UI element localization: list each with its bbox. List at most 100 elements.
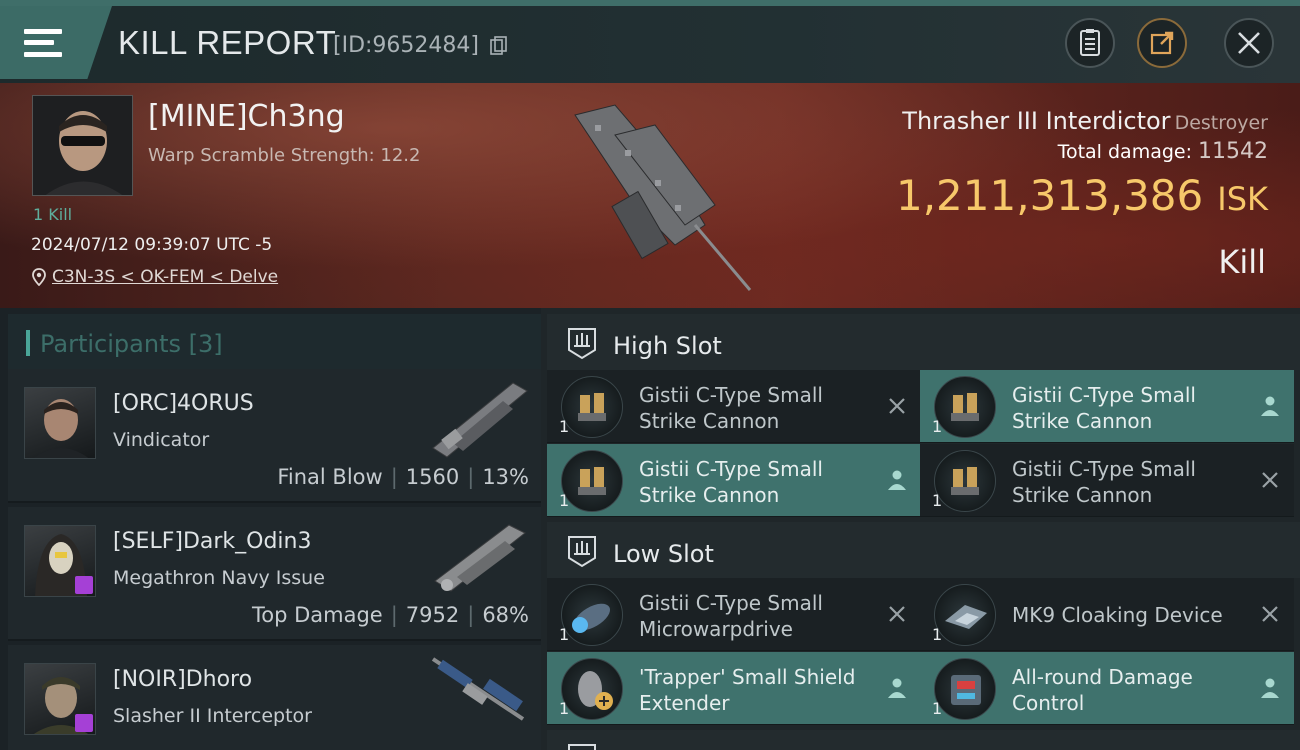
- fitting-item[interactable]: 1 Gistii C-Type Small Strike Cannon: [920, 444, 1294, 517]
- isk-unit: ISK: [1217, 180, 1268, 218]
- item-quantity: 1: [559, 625, 570, 644]
- total-damage-label: Total damage:: [1057, 141, 1192, 163]
- participant-damage: 1560: [405, 465, 460, 489]
- next-slot-header: [547, 730, 1300, 750]
- participants-panel: Participants [3] [ORC]4ORUS Vindicator F…: [0, 308, 541, 750]
- participant-percent: 68%: [482, 603, 529, 627]
- victim-subtitle: Warp Scramble Strength: 12.2: [148, 145, 421, 166]
- menu-icon: [24, 28, 62, 57]
- participant-row[interactable]: [ORC]4ORUS Vindicator Final Blow | 1560 | 13…: [8, 369, 541, 503]
- document-icon: [1080, 29, 1100, 56]
- victim-ship-name: Thrasher III Interdictor: [902, 107, 1171, 135]
- total-damage-value: 11542: [1198, 139, 1268, 164]
- participant-ship-image: [434, 524, 526, 592]
- participant-name[interactable]: [NOIR]Dhoro: [113, 667, 252, 692]
- victim-banner: [MINE]Ch3ng Warp Scramble Strength: 12.2…: [0, 83, 1300, 308]
- fitting-item[interactable]: 1 'Trapper' Small Shield Extender: [547, 652, 921, 725]
- participant-row[interactable]: [NOIR]Dhoro Slasher II Interceptor: [8, 645, 541, 750]
- menu-button[interactable]: [0, 6, 112, 79]
- dropped-person-icon: [1258, 394, 1282, 418]
- fitting-item[interactable]: 1 Gistii C-Type Small Microwarpdrive: [547, 578, 921, 651]
- participant-avatar[interactable]: [24, 663, 96, 735]
- location-link[interactable]: C3N-3S < OK-FEM < Delve: [52, 267, 278, 287]
- participants-accent-bar: [26, 330, 30, 356]
- item-quantity: 1: [559, 699, 570, 718]
- dropped-person-icon: [885, 468, 909, 492]
- participant-damage: 7952: [405, 603, 460, 627]
- page-title: KILL REPORT: [118, 24, 337, 61]
- high-slot-icon: [568, 328, 596, 360]
- participant-percent: 13%: [482, 465, 529, 489]
- item-name: MK9 Cloaking Device: [1012, 603, 1223, 627]
- item-name: Gistii C-Type Small Microwarpdrive: [639, 591, 823, 641]
- share-icon: [1150, 31, 1174, 55]
- kill-location[interactable]: C3N-3S < OK-FEM < Delve: [32, 267, 278, 287]
- close-icon: [1238, 32, 1260, 54]
- participant-avatar-image: [33, 399, 89, 458]
- item-quantity: 1: [932, 491, 943, 510]
- report-type: Kill: [1218, 243, 1266, 281]
- item-name: Gistii C-Type Small Strike Cannon: [1012, 457, 1196, 507]
- report-id: [ID:9652484]: [333, 33, 479, 58]
- participant-badge-icon: [75, 714, 93, 732]
- participant-row[interactable]: [SELF]Dark_Odin3 Megathron Navy Issue To…: [8, 507, 541, 641]
- destroyed-x-icon: [1258, 602, 1282, 626]
- fitting-item[interactable]: 1 MK9 Cloaking Device: [920, 578, 1294, 651]
- low-slot-icon: [568, 536, 596, 568]
- participants-title: Participants [3]: [40, 330, 223, 358]
- fitting-item[interactable]: 1 All-round Damage Control: [920, 652, 1294, 725]
- microwarpdrive-icon: [561, 584, 623, 646]
- damage-control-icon: [934, 658, 996, 720]
- participant-stats: Top Damage | 7952 | 68%: [251, 603, 529, 627]
- victim-name[interactable]: [MINE]Ch3ng: [148, 99, 345, 134]
- victim-ship[interactable]: Thrasher III Interdictor Destroyer: [902, 107, 1268, 135]
- victim-avatar[interactable]: [32, 95, 133, 196]
- close-button[interactable]: [1224, 18, 1274, 68]
- kill-datetime: 2024/07/12 09:39:07 UTC -5: [31, 235, 273, 255]
- high-slot-label: High Slot: [613, 332, 722, 360]
- isk-amount: 1,211,313,386: [895, 171, 1204, 220]
- victim-kill-count: 1 Kill: [33, 205, 73, 224]
- participant-name[interactable]: [ORC]4ORUS: [113, 391, 254, 416]
- item-quantity: 1: [932, 625, 943, 644]
- cloaking-device-icon: [934, 584, 996, 646]
- total-damage: Total damage: 11542: [1058, 139, 1268, 164]
- participant-avatar[interactable]: [24, 387, 96, 459]
- item-name: Gistii C-Type Small Strike Cannon: [639, 457, 823, 507]
- participants-label: Participants: [40, 330, 181, 358]
- item-quantity: 1: [559, 417, 570, 436]
- destroyed-x-icon: [1258, 468, 1282, 492]
- destroyed-x-icon: [885, 394, 909, 418]
- fitting-item[interactable]: 1 Gistii C-Type Small Strike Cannon: [547, 444, 921, 517]
- cannon-icon: [934, 376, 996, 438]
- participant-name[interactable]: [SELF]Dark_Odin3: [113, 529, 311, 554]
- document-button[interactable]: [1065, 18, 1115, 68]
- participant-ship-image: [432, 382, 528, 458]
- victim-ship-class: Destroyer: [1174, 112, 1268, 134]
- fitting-item[interactable]: 1 Gistii C-Type Small Strike Cannon: [920, 370, 1294, 443]
- victim-avatar-image: [33, 96, 132, 195]
- item-name: 'Trapper' Small Shield Extender: [639, 665, 856, 715]
- participant-avatar[interactable]: [24, 525, 96, 597]
- dropped-person-icon: [1258, 676, 1282, 700]
- item-name: All-round Damage Control: [1012, 665, 1193, 715]
- item-quantity: 1: [932, 699, 943, 718]
- participant-stats: Final Blow | 1560 | 13%: [277, 465, 529, 489]
- fitting-panel: High Slot 1 Gistii C-Type Small Strike C…: [541, 308, 1300, 750]
- fitting-item[interactable]: 1 Gistii C-Type Small Strike Cannon: [547, 370, 921, 443]
- slot-icon: [568, 744, 596, 750]
- shield-extender-icon: [561, 658, 623, 720]
- cannon-icon: [561, 376, 623, 438]
- item-quantity: 1: [932, 417, 943, 436]
- cannon-icon: [934, 450, 996, 512]
- item-name: Gistii C-Type Small Strike Cannon: [639, 383, 823, 433]
- header-bar: KILL REPORT [ID:9652484]: [0, 0, 1300, 83]
- copy-icon[interactable]: [490, 36, 507, 56]
- item-name: Gistii C-Type Small Strike Cannon: [1012, 383, 1196, 433]
- participants-header: Participants [3]: [8, 314, 541, 369]
- share-button[interactable]: [1137, 18, 1187, 68]
- low-slot-header: Low Slot: [547, 522, 1300, 578]
- location-pin-icon: [32, 268, 46, 286]
- participant-ship: Vindicator: [113, 429, 210, 451]
- participant-badge-icon: [75, 576, 93, 594]
